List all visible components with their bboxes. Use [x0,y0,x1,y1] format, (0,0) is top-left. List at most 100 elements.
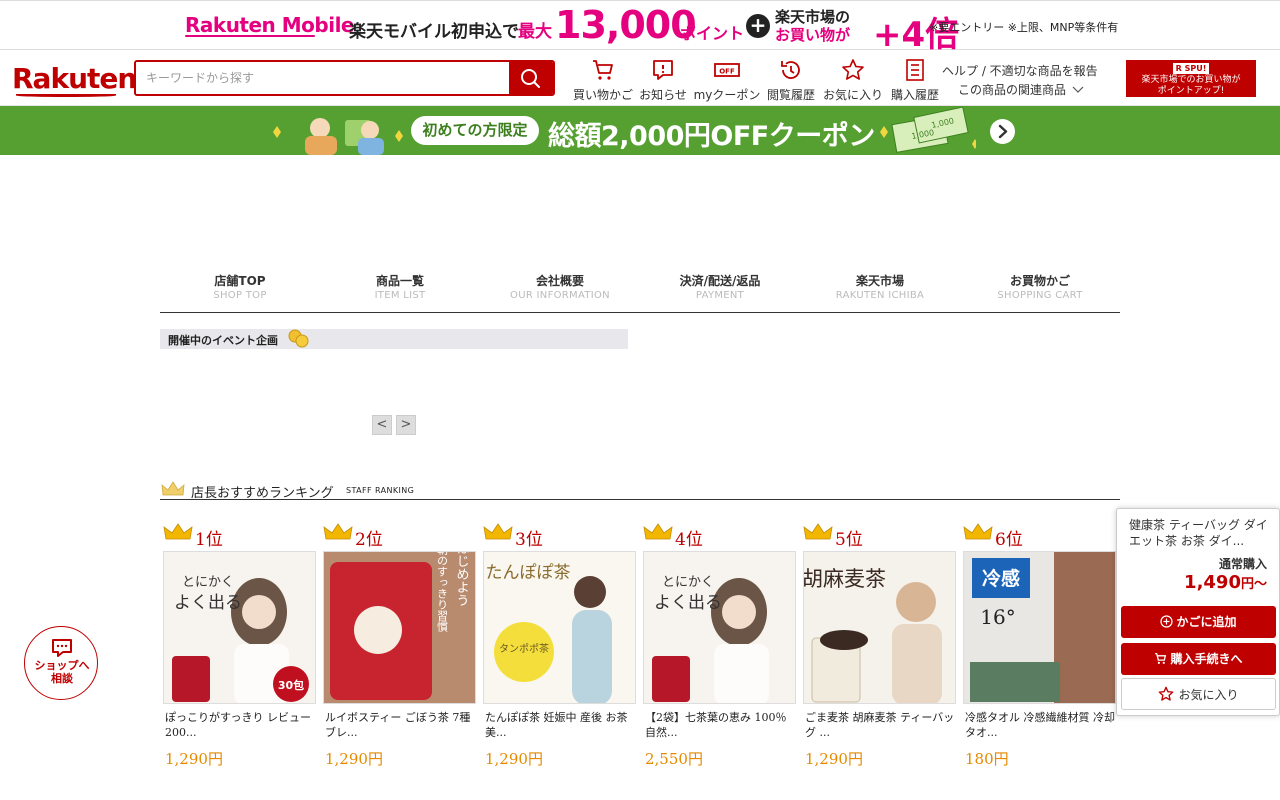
product-price: 180円 [965,750,1009,768]
promo-note: ※要エントリー ※上限、MNP等条件有 [929,21,1119,34]
crown-icon [963,523,993,540]
shop-nav: 店舗TOP SHOP TOP 商品一覧 ITEM LIST 会社概要 OUR INFO… [160,272,1120,313]
plus-circle-icon [1160,615,1174,628]
svg-text:よく出る: よく出る [174,593,242,613]
svg-text:よく出る: よく出る [654,593,722,613]
spu-line2: ポイントアップ! [1157,86,1225,96]
coupon-tickets-illustration: 1,000 1,000 [880,106,976,153]
site-header: Rakuten 買い物かご お知らせ [0,50,1280,106]
panel-price: 1,490円〜 [1184,572,1267,593]
package-badge: 30包 [278,678,304,692]
product-image[interactable]: 胡麻麦茶 [803,551,956,704]
crown-icon [643,523,673,540]
svg-text:胡麻麦茶: 胡麻麦茶 [804,567,886,591]
coupon-text: 総額2,000円OFFクーポン [548,121,875,152]
shop-nav-ichiba[interactable]: 楽天市場 RAKUTEN ICHIBA [800,272,960,302]
search-button[interactable] [509,62,553,94]
search-box [134,60,555,96]
product-image[interactable]: とにかく よく出る [643,551,796,704]
nav-notice[interactable]: お知らせ [626,58,700,106]
svg-text:たんぽぽ茶: たんぽぽ茶 [486,563,571,583]
event-next-button[interactable]: > [396,415,416,435]
promo-ichiba-text: 楽天市場の お買い物が [775,8,851,44]
rank-badge: 3位 [483,522,543,550]
rank-badge: 6位 [963,522,1023,550]
chat-label: ショップへ 相談 [34,659,90,685]
promo-banner[interactable]: Rakuten Mobile 楽天モバイル初申込で 最大 13,000 ポイント… [0,0,1280,55]
shop-nav-cart[interactable]: お買物かご SHOPPING CART [960,272,1120,302]
product-name[interactable]: たんぽぽ茶 妊娠中 産後 お茶 美... [485,710,637,740]
product-name[interactable]: ルイボスティー ごぼう茶 7種 ブレ... [325,710,477,740]
product-price: 1,290円 [485,750,543,768]
help-report-link[interactable]: ヘルプ / 不適切な商品を報告 [942,62,1098,81]
floating-cart-panel: 健康茶 ティーバッグ ダイエット茶 お茶 ダイ... 通常購入 1,490円〜 … [1116,508,1280,716]
svg-text:タンポポ茶: タンポポ茶 [499,642,549,655]
shopper-illustration [273,118,403,155]
rank-badge: 1位 [163,522,223,550]
product-price: 2,550円 [645,750,703,768]
svg-text:とにかく: とにかく [182,575,234,590]
product-image[interactable]: たんぽぽ茶 タンポポ茶 [483,551,636,704]
crown-icon [323,523,353,540]
star-icon [842,59,864,80]
chevron-right-icon [998,124,1008,139]
product-image[interactable]: はじめよう 朝のすっきり習慣 [323,551,476,704]
shop-chat-button[interactable]: ショップへ 相談 [24,626,98,700]
crown-icon [161,481,185,496]
list-icon [906,59,924,81]
product-image[interactable]: 冷感 16° [963,551,1116,704]
nav-mycoupon[interactable]: OFF myクーポン [690,58,764,106]
related-items-link[interactable]: この商品の関連商品 [942,81,1098,100]
rakuten-mobile-logo: Rakuten Mobile [185,13,355,37]
event-heading: 開催中のイベント企画 [160,329,628,349]
promo-points: ポイント [680,24,745,43]
event-title: 開催中のイベント企画 [168,334,278,347]
plus-icon: + [746,14,770,38]
shop-nav-item-list[interactable]: 商品一覧 ITEM LIST [320,272,480,302]
chat-icon [52,639,72,657]
shop-nav-payment[interactable]: 決済/配送/返品 PAYMENT [640,272,800,302]
search-input[interactable] [136,62,512,94]
product-name[interactable]: ごま麦茶 胡麻麦茶 ティーバッグ ... [805,710,957,740]
shop-nav-company[interactable]: 会社概要 OUR INFORMATION [480,272,640,302]
crown-icon [483,523,513,540]
coupon-banner[interactable]: 初めての方限定 総額2,000円OFFクーポン 1,000 1,000 [0,106,1280,155]
nav-purchase-history[interactable]: 購入履歴 [878,58,952,106]
rakuten-logo[interactable]: Rakuten [12,62,137,97]
temperature-label: 16° [980,605,1015,629]
event-prev-button[interactable]: < [372,415,392,435]
favorite-button[interactable]: お気に入り [1121,678,1276,710]
product-name[interactable]: 冷感タオル 冷感繊維材質 冷却タオ... [965,710,1117,740]
cart-icon [593,60,613,80]
product-image[interactable]: とにかく よく出る 30包 [163,551,316,704]
product-name[interactable]: 【2袋】七茶葉の恵み 100％自然... [645,710,797,740]
checkout-button[interactable]: 購入手続きへ [1121,643,1276,675]
shop-nav-top[interactable]: 店舗TOP SHOP TOP [160,272,320,302]
notice-icon [653,60,673,80]
crown-icon [803,523,833,540]
rank-badge: 5位 [803,522,863,550]
help-links: ヘルプ / 不適切な商品を報告 この商品の関連商品 [942,62,1098,100]
spu-banner[interactable]: R SPU! 楽天市場でのお買い物が ポイントアップ! [1126,60,1256,97]
coupon-pill: 初めての方限定 [411,116,539,145]
svg-text:朝のすっきり習慣: 朝のすっきり習慣 [436,552,449,633]
coins-icon [288,329,309,348]
chevron-down-icon [1072,86,1084,93]
ranking-title-en: STAFF RANKING [346,486,415,495]
search-icon [521,69,540,88]
rank-badge: 2位 [323,522,383,550]
coupon-arrow-button[interactable] [990,119,1015,144]
product-price: 1,290円 [805,750,863,768]
spu-tag: R SPU! [1172,63,1210,74]
product-price: 1,290円 [325,750,383,768]
rank-badge: 4位 [643,522,703,550]
svg-text:冷感: 冷感 [982,567,1020,590]
history-icon [781,61,800,79]
add-to-cart-button[interactable]: かごに追加 [1121,606,1276,638]
product-name[interactable]: ぽっこりがすっきり レビュー200... [165,710,317,740]
svg-text:はじめよう: はじめよう [454,552,469,607]
ranking-title: 店長おすすめランキング [191,486,334,501]
panel-product-name: 健康茶 ティーバッグ ダイエット茶 お茶 ダイ... [1129,518,1268,548]
spu-line1: 楽天市場でのお買い物が [1141,75,1241,85]
svg-text:OFF: OFF [719,68,735,76]
